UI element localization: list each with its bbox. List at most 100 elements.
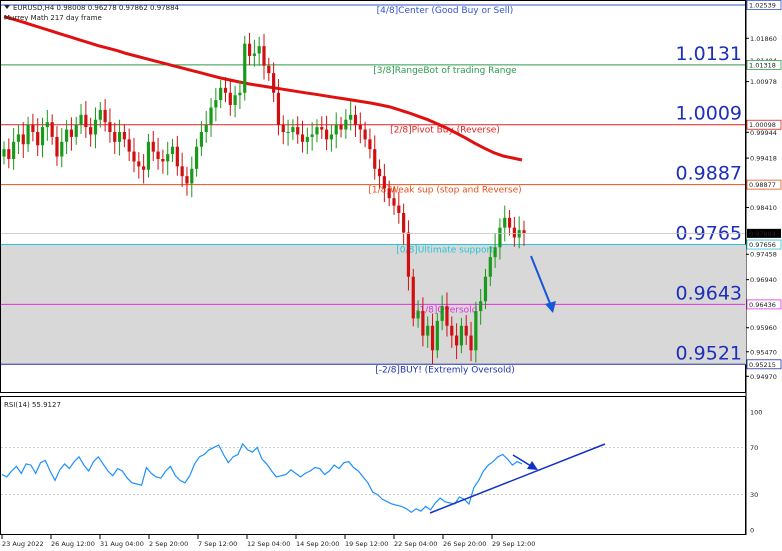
price-tick-label: 0.96940 — [750, 276, 777, 284]
candle-body — [238, 92, 242, 96]
candle-body — [74, 124, 78, 137]
candle-body — [45, 122, 49, 128]
price-tick-label: 1.00978 — [750, 78, 777, 86]
candle-body — [214, 100, 218, 108]
candle-body — [16, 134, 21, 142]
candle-body — [26, 124, 30, 145]
candle-body — [324, 129, 329, 140]
time-tick-label: 26 Aug 12:00 — [51, 540, 95, 548]
indicator-name: Murrey Math 217 day frame — [4, 14, 102, 22]
level-price-tag-text: 0.95215 — [749, 361, 776, 369]
candle-body — [31, 124, 35, 132]
candle-body — [339, 124, 343, 130]
candle-body — [166, 154, 170, 162]
candle-body — [320, 127, 324, 130]
candle-body — [40, 127, 45, 146]
price-chart[interactable]: [4/8]Center (Good Buy or Sell) [3/8]Range… — [0, 0, 782, 551]
candle-body — [440, 306, 444, 321]
candle-body — [406, 232, 411, 277]
candle-body — [450, 325, 454, 336]
candle-body — [103, 109, 107, 123]
candle-body — [137, 161, 141, 167]
price-tick-label: 0.94970 — [750, 373, 777, 381]
price-tick-label: 0.98410 — [750, 204, 777, 212]
candle-body — [108, 122, 112, 132]
time-tick-label: 23 Aug 2022 — [2, 540, 44, 548]
level-price-label: 1.0131 — [676, 43, 742, 65]
candle-body — [161, 158, 165, 162]
candle-body — [329, 134, 334, 140]
candle-body — [483, 276, 488, 302]
candle-body — [243, 43, 247, 93]
rsi-pane-frame — [0, 396, 746, 535]
level-price-label: 0.9643 — [676, 282, 742, 304]
candle-body — [84, 114, 88, 128]
candle-body — [498, 227, 502, 248]
time-tick-label: 31 Aug 04:00 — [100, 540, 144, 548]
level-price-tag-text: 0.97656 — [749, 241, 776, 249]
rsi-trendline — [429, 443, 606, 514]
rsi-line — [1, 442, 523, 514]
candle-body — [296, 127, 300, 135]
murrey-label: [1/8]Weak sup (stop and Reverse) — [368, 186, 521, 196]
candle-body — [170, 146, 175, 155]
price-tick-label: 0.95960 — [750, 324, 777, 332]
candle-body — [127, 139, 131, 152]
candle-body — [21, 134, 25, 145]
candle-body — [503, 217, 507, 228]
candle-body — [185, 176, 189, 184]
candle-body — [368, 139, 372, 150]
candle-body — [507, 217, 512, 228]
rsi-tick-label: 70 — [750, 444, 758, 452]
candle-body — [79, 114, 83, 125]
candle-body — [353, 114, 358, 125]
candle-body — [262, 46, 266, 66]
candle-body — [175, 146, 179, 167]
ma-217-line — [3, 15, 523, 162]
candle-body — [69, 129, 74, 137]
candle-body — [349, 114, 353, 120]
candle-body — [392, 198, 396, 206]
murrey-label: [4/8]Center (Good Buy or Sell) — [377, 6, 514, 16]
candle-body — [310, 134, 314, 137]
candle-body — [488, 257, 492, 277]
candle-body — [281, 124, 285, 132]
rsi-tick-label: 30 — [750, 491, 758, 499]
rsi-tick-label: 0 — [750, 527, 754, 535]
candle-body — [464, 325, 468, 336]
candle-body — [142, 166, 146, 170]
candle-body — [2, 149, 6, 157]
candle-body — [190, 168, 194, 184]
level-price-label: 1.0009 — [676, 103, 742, 125]
time-tick-label: 12 Sep 04:00 — [247, 540, 290, 548]
candle-body — [517, 230, 521, 238]
candle-body — [209, 107, 213, 125]
candle-body — [421, 311, 425, 336]
level-price-tag-text: 0.96436 — [749, 301, 776, 309]
candle-body — [219, 87, 223, 101]
candle-body — [156, 151, 160, 159]
candle-body — [286, 132, 290, 133]
candle-body — [132, 151, 136, 162]
candle-body — [430, 325, 435, 351]
candle-body — [228, 92, 232, 106]
candle-body — [454, 335, 459, 346]
candle-body — [7, 149, 11, 159]
candle-body — [64, 129, 69, 142]
price-tick-label: 0.99418 — [750, 155, 777, 163]
candle-body — [305, 136, 309, 142]
candle-body — [358, 124, 362, 130]
murrey-label: [3/8]RangeBot of trading Range — [373, 66, 517, 76]
candle-body — [267, 65, 271, 74]
time-tick-label: 29 Sep 12:00 — [492, 540, 535, 548]
candle-body — [113, 132, 117, 142]
candle-body — [435, 320, 439, 351]
candle-body — [12, 141, 16, 159]
candle-body — [469, 335, 473, 351]
candle-body — [223, 87, 228, 93]
candle-body — [151, 141, 155, 152]
candle-body — [117, 132, 122, 142]
candle-body — [387, 188, 391, 199]
candle-body — [276, 92, 281, 125]
candle-body — [50, 122, 54, 137]
